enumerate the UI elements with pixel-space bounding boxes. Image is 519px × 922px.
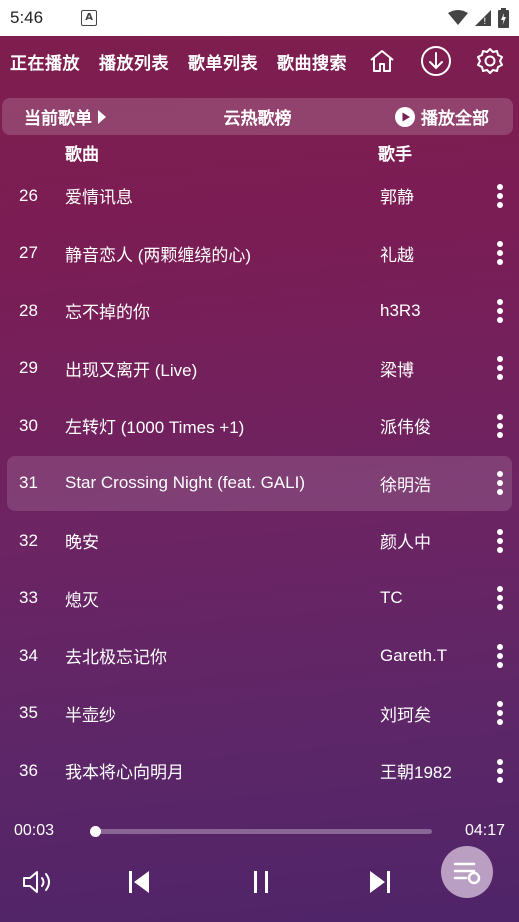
song-number: 33 [19, 588, 38, 608]
song-singer: 刘珂矣 [380, 705, 431, 725]
song-singer: 颜人中 [380, 533, 431, 553]
song-number: 29 [19, 358, 38, 378]
app-notification-icon: A [81, 10, 98, 26]
volume-icon[interactable] [18, 862, 58, 902]
more-options-icon[interactable] [490, 526, 510, 556]
top-navigation: 正在播放 播放列表 歌单列表 歌曲搜索 [0, 36, 519, 86]
status-time: 5:46 [10, 8, 44, 27]
song-singer: 王朝1982 [380, 763, 452, 783]
tab-now-playing[interactable]: 正在播放 [10, 49, 80, 74]
duration: 04:17 [464, 822, 505, 839]
song-singer: Gareth.T [380, 645, 448, 665]
tab-playlist[interactable]: 播放列表 [99, 49, 169, 74]
song-singer: TC [380, 588, 403, 608]
song-singer: 徐明浩 [380, 475, 431, 495]
song-row[interactable]: 34 去北极忘记你 Gareth.T [0, 627, 519, 685]
song-singer: h3R3 [380, 300, 421, 320]
column-headers: 歌曲 歌手 [0, 140, 519, 166]
song-list: 26 爱情讯息 郭静 27 静音恋人 (两颗缠绕的心) 礼越 28 忘不掉的你 … [0, 167, 519, 800]
song-singer: 梁博 [380, 360, 414, 380]
play-all-label: 播放全部 [421, 109, 489, 129]
settings-icon[interactable] [473, 44, 507, 78]
column-song: 歌曲 [65, 145, 99, 165]
song-number: 28 [19, 300, 38, 320]
status-icons: ! [448, 8, 509, 28]
current-playlist-button[interactable]: 当前歌单 [24, 104, 106, 129]
song-title: 去北极忘记你 [65, 648, 167, 668]
song-number: 31 [19, 473, 38, 493]
tab-song-search[interactable]: 歌曲搜索 [277, 49, 347, 74]
play-all-button[interactable]: 播放全部 [395, 104, 489, 129]
song-title: Star Crossing Night (feat. GALI) [65, 473, 305, 493]
song-number: 30 [19, 415, 38, 435]
song-title: 出现又离开 (Live) [65, 360, 198, 380]
progress-knob[interactable] [90, 826, 102, 837]
pause-icon[interactable] [241, 862, 281, 902]
song-singer: 郭静 [380, 188, 414, 208]
song-title: 左转灯 (1000 Times +1) [65, 418, 245, 438]
song-title: 我本将心向明月 [65, 763, 184, 783]
play-circle-icon [395, 106, 415, 127]
song-row[interactable]: 33 熄灭 TC [0, 570, 519, 628]
more-options-icon[interactable] [490, 353, 510, 383]
column-singer: 歌手 [378, 145, 412, 165]
nav-icons [365, 44, 507, 78]
more-options-icon[interactable] [490, 411, 510, 441]
song-number: 26 [19, 185, 38, 205]
song-number: 36 [19, 760, 38, 780]
signal-icon: ! [475, 10, 491, 27]
song-title: 忘不掉的你 [65, 303, 150, 323]
song-row[interactable]: 28 忘不掉的你 h3R3 [0, 282, 519, 340]
song-title: 晚安 [65, 533, 99, 553]
more-options-icon[interactable] [490, 698, 510, 728]
song-row[interactable]: 35 半壶纱 刘珂矣 [0, 685, 519, 743]
playlist-menu-icon [453, 862, 481, 885]
current-time: 00:03 [14, 822, 55, 839]
status-bar: 5:46 A ! [0, 0, 519, 36]
song-row[interactable]: 26 爱情讯息 郭静 [0, 167, 519, 225]
current-playlist-label: 当前歌单 [24, 109, 92, 129]
song-singer: 派伟俊 [380, 418, 431, 438]
tab-song-lists[interactable]: 歌单列表 [188, 49, 258, 74]
next-track-icon[interactable] [360, 862, 400, 902]
playlist-header-bar: 当前歌单 云热歌榜 播放全部 [2, 98, 513, 135]
app-main: 正在播放 播放列表 歌单列表 歌曲搜索 当前歌单 云热歌榜 播放全部 歌曲 歌手… [0, 36, 519, 922]
more-options-icon[interactable] [490, 756, 510, 786]
song-title: 熄灭 [65, 590, 99, 610]
song-singer: 礼越 [380, 245, 414, 265]
song-number: 27 [19, 243, 38, 263]
playback-progress: 00:03 04:17 [0, 818, 519, 846]
song-number: 32 [19, 530, 38, 550]
more-options-icon[interactable] [490, 181, 510, 211]
battery-icon [498, 8, 509, 28]
more-options-icon[interactable] [490, 583, 510, 613]
more-options-icon[interactable] [490, 468, 510, 498]
more-options-icon[interactable] [490, 296, 510, 326]
floating-menu-button[interactable] [441, 846, 493, 898]
more-options-icon[interactable] [490, 238, 510, 268]
more-options-icon[interactable] [490, 641, 510, 671]
wifi-icon [448, 10, 468, 25]
song-row[interactable]: 30 左转灯 (1000 Times +1) 派伟俊 [0, 397, 519, 455]
song-title: 爱情讯息 [65, 188, 133, 208]
caret-right-icon [98, 109, 106, 124]
song-row[interactable]: 36 我本将心向明月 王朝1982 [0, 742, 519, 800]
song-row[interactable]: 27 静音恋人 (两颗缠绕的心) 礼越 [0, 225, 519, 283]
song-title: 半壶纱 [65, 705, 116, 725]
song-number: 35 [19, 703, 38, 723]
song-row[interactable]: 32 晚安 颜人中 [0, 512, 519, 570]
previous-track-icon[interactable] [119, 862, 159, 902]
svg-text:!: ! [483, 17, 487, 27]
song-title: 静音恋人 (两颗缠绕的心) [65, 245, 252, 265]
progress-track[interactable] [90, 826, 432, 837]
song-number: 34 [19, 645, 38, 665]
song-row-active[interactable]: 31 Star Crossing Night (feat. GALI) 徐明浩 [0, 455, 519, 513]
download-icon[interactable] [419, 44, 453, 78]
home-icon[interactable] [365, 44, 399, 78]
song-row[interactable]: 29 出现又离开 (Live) 梁博 [0, 340, 519, 398]
